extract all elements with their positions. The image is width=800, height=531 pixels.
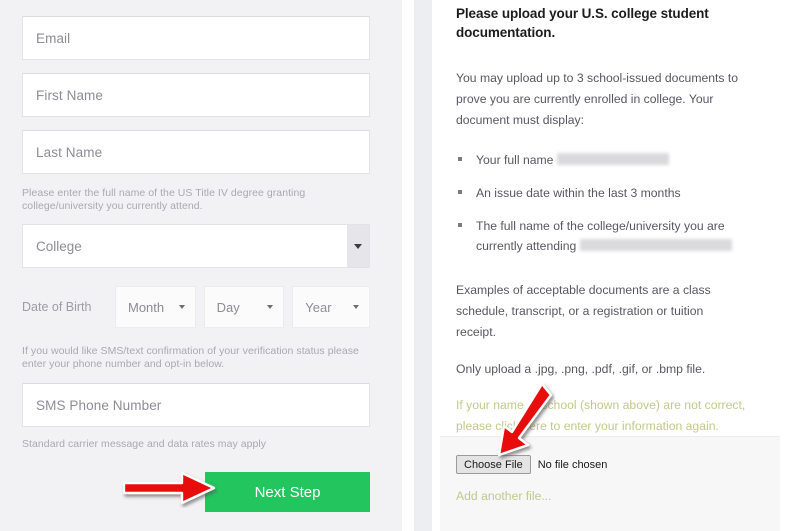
file-upload-section: Choose File No file chosen Add another f…: [440, 436, 780, 531]
left-form-inner: Email First Name Last Name Please enter …: [22, 0, 370, 451]
next-step-button[interactable]: Next Step: [205, 472, 370, 512]
sms-helper-text: If you would like SMS/text confirmation …: [22, 345, 359, 370]
requirement-item: The full name of the college/university …: [456, 216, 756, 256]
file-input-row[interactable]: Choose File No file chosen: [456, 455, 607, 474]
redacted-school-block: [579, 239, 732, 251]
sms-phone-field[interactable]: SMS Phone Number: [22, 383, 370, 427]
date-of-birth-label: Date of Birth: [22, 300, 92, 314]
date-of-birth-row: Date of Birth Month Day Year: [22, 286, 370, 328]
bullet-icon: [458, 190, 462, 194]
college-select[interactable]: College: [22, 224, 370, 268]
examples-text: Examples of acceptable documents are a c…: [456, 283, 711, 339]
requirement-text: An issue date within the last 3 months: [476, 186, 681, 200]
left-form-panel: Email First Name Last Name Please enter …: [0, 0, 392, 531]
add-another-file-link[interactable]: Add another file...: [456, 489, 552, 503]
file-types-text: Only upload a .jpg, .png, .pdf, .gif, or…: [456, 362, 706, 376]
bullet-icon: [458, 157, 462, 161]
college-select-value: College: [36, 238, 82, 254]
dob-year-value: Year: [305, 299, 332, 315]
panel-gap-divider: [392, 0, 440, 531]
upload-intro-text: You may upload up to 3 school-issued doc…: [456, 71, 739, 127]
email-field[interactable]: Email: [22, 16, 370, 60]
carrier-rates-note: Standard carrier message and data rates …: [22, 438, 267, 450]
chevron-down-icon: [267, 305, 274, 309]
chevron-down-icon: [178, 305, 185, 309]
college-helper-text: Please enter the full name of the US Tit…: [22, 187, 306, 212]
upload-heading: Please upload your U.S. college student …: [456, 6, 709, 40]
right-upload-panel: Please upload your U.S. college student …: [440, 0, 800, 531]
right-panel-inner: Please upload your U.S. college student …: [456, 0, 776, 437]
divider-band-right: [414, 0, 432, 531]
screenshot-root: Email First Name Last Name Please enter …: [0, 0, 800, 531]
requirements-list: Your full name An issue date within the …: [456, 150, 756, 256]
choose-file-button[interactable]: Choose File: [456, 455, 531, 474]
first-name-field[interactable]: First Name: [22, 73, 370, 117]
correction-link[interactable]: If your name or school (shown above) are…: [456, 395, 748, 437]
chevron-down-icon: [352, 305, 359, 309]
last-name-field[interactable]: Last Name: [22, 130, 370, 174]
bullet-icon: [458, 223, 462, 227]
dob-month-value: Month: [128, 299, 165, 315]
college-select-button[interactable]: [347, 225, 369, 267]
redacted-name-block: [556, 153, 669, 165]
dob-month-select[interactable]: Month: [115, 286, 196, 328]
no-file-chosen-label: No file chosen: [537, 458, 608, 471]
requirement-item: An issue date within the last 3 months: [456, 183, 756, 203]
chevron-down-icon: [354, 243, 362, 249]
divider-band-left: [392, 0, 402, 531]
dob-year-select[interactable]: Year: [292, 286, 370, 328]
requirement-text: Your full name: [476, 153, 554, 167]
dob-day-select[interactable]: Day: [203, 286, 285, 328]
dob-day-value: Day: [216, 299, 240, 315]
requirement-item: Your full name: [456, 150, 756, 170]
